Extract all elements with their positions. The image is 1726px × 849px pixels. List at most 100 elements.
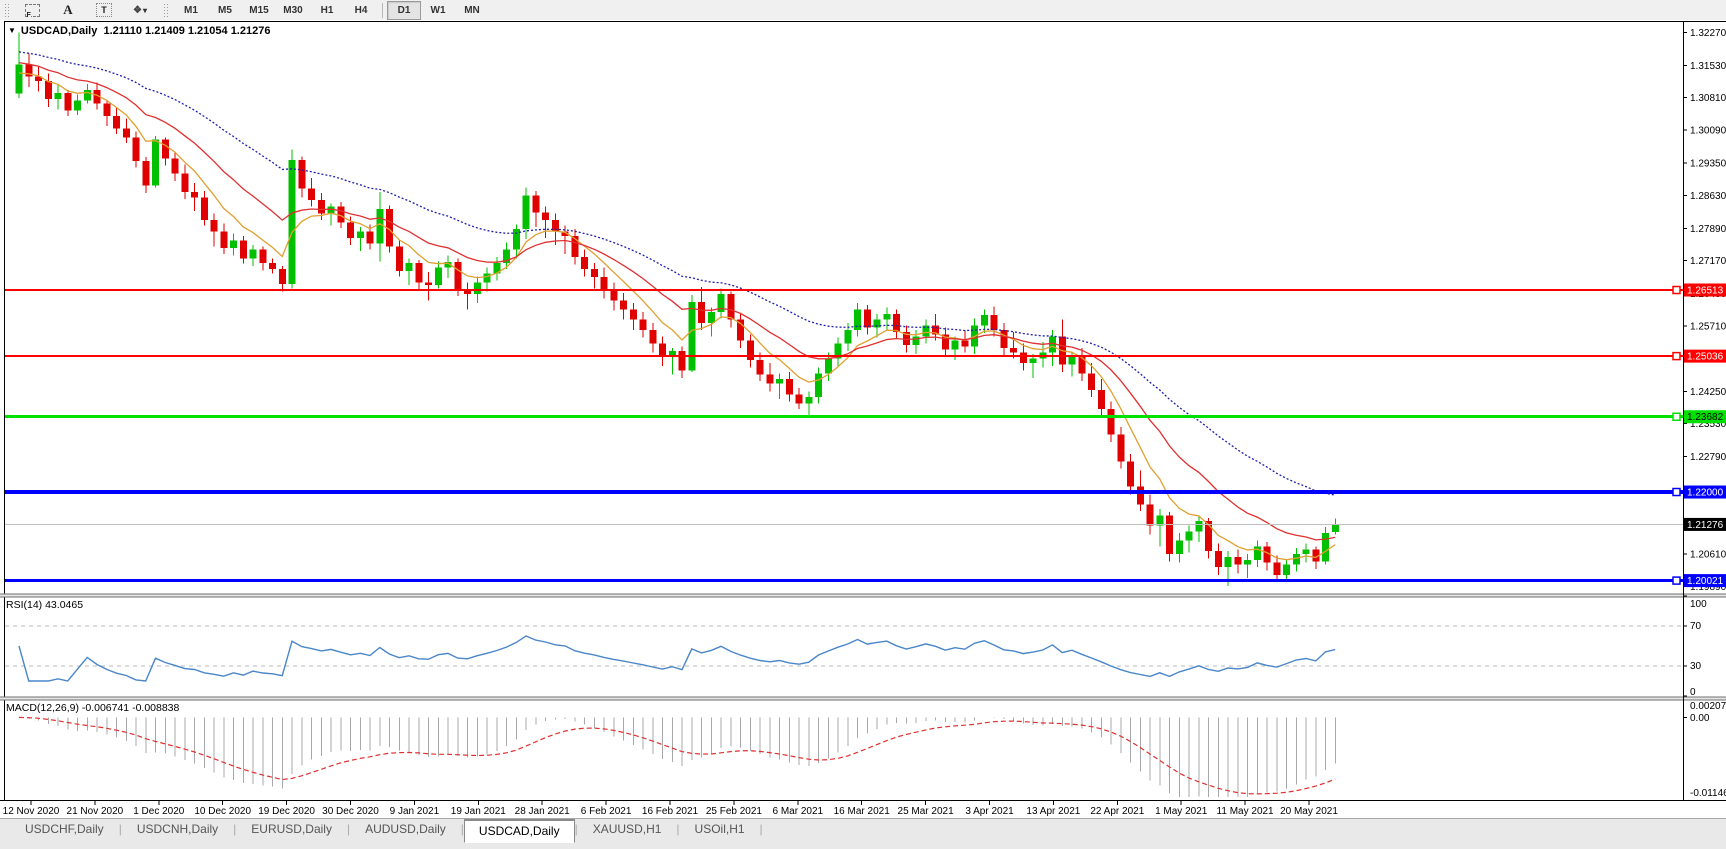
- candle-body: [785, 379, 793, 395]
- price-level-handle[interactable]: [1672, 412, 1681, 421]
- candle-body: [259, 249, 267, 263]
- price-level-badge-label: 1.22000: [1687, 488, 1724, 499]
- candle-body: [103, 103, 111, 117]
- candle-body: [815, 373, 822, 398]
- candle-body: [200, 197, 208, 220]
- candle-body: [795, 394, 803, 404]
- candle-body: [161, 139, 169, 159]
- timeframe-button-m15[interactable]: M15: [242, 1, 276, 20]
- candle-body: [395, 246, 403, 271]
- candle-body: [1195, 521, 1203, 532]
- candle-body: [288, 159, 296, 284]
- text-label-tool-button[interactable]: T: [87, 1, 121, 20]
- candle-body: [707, 312, 715, 323]
- fibonacci-tool-button[interactable]: F: [15, 1, 49, 20]
- price-level-badge-label: 1.26513: [1687, 286, 1724, 297]
- candle-body: [1146, 504, 1154, 526]
- candle-body: [278, 269, 286, 284]
- candle-body: [405, 262, 413, 271]
- candle-body: [1234, 556, 1242, 565]
- candle-body: [512, 228, 520, 250]
- date-label: 20 May 2021: [1280, 806, 1338, 817]
- candle-body: [142, 160, 150, 186]
- price-level-handle[interactable]: [1672, 487, 1681, 497]
- price-tick-label: 1.29350: [1690, 159, 1726, 170]
- timeframe-button-m1[interactable]: M1: [174, 1, 208, 20]
- timeframe-button-h1[interactable]: H1: [310, 1, 344, 20]
- tab-usdcad-daily[interactable]: USDCAD,Daily: [463, 819, 575, 843]
- timeframe-button-d1[interactable]: D1: [387, 0, 421, 20]
- tab-xauusd-h1[interactable]: XAUUSD,H1: [578, 819, 677, 841]
- timeframe-button-m5[interactable]: M5: [208, 1, 242, 20]
- date-label: 13 Apr 2021: [1026, 806, 1080, 817]
- tab-audusd-daily[interactable]: AUDUSD,Daily: [350, 819, 461, 841]
- candle-body: [181, 173, 189, 193]
- candle-body: [961, 340, 969, 347]
- candle-body: [1127, 461, 1134, 487]
- candle-body: [191, 192, 198, 198]
- candle-body: [863, 309, 871, 328]
- price-level-badge-label: 1.20021: [1687, 576, 1724, 587]
- candle-body: [210, 219, 218, 232]
- arrows-style-button[interactable]: ❖ ▾: [123, 1, 157, 20]
- date-label: 3 Apr 2021: [965, 806, 1014, 817]
- candle-body: [678, 351, 686, 371]
- macd-axis-label-zero: 0.00: [1690, 713, 1710, 724]
- date-label: 12 Nov 2020: [3, 806, 60, 817]
- chart-area[interactable]: 1.32270 1.31530 1.30810 1.30090 1.29350 1.286…: [0, 20, 1726, 818]
- tab-usoil-h1[interactable]: USOil,H1: [680, 819, 760, 841]
- text-tool-icon: A: [63, 2, 73, 17]
- price-tick-label: 1.20610: [1690, 550, 1726, 561]
- text-tool-button[interactable]: A: [51, 1, 85, 20]
- candle-body: [824, 358, 832, 374]
- candle-body: [581, 257, 588, 270]
- candle-body: [152, 139, 159, 186]
- candle-body: [425, 282, 432, 286]
- timeframe-button-mn[interactable]: MN: [455, 1, 489, 20]
- candle-body: [1302, 549, 1310, 554]
- candle-body: [132, 137, 140, 161]
- date-label: 6 Mar 2021: [773, 806, 824, 817]
- candle-body: [64, 92, 72, 111]
- tab-usdcnh-daily[interactable]: USDCNH,Daily: [122, 819, 233, 841]
- price-level-handle[interactable]: [1672, 351, 1681, 361]
- candle-body: [1136, 486, 1144, 505]
- toolbar-grip-2[interactable]: [163, 3, 168, 17]
- timeframe-button-m30[interactable]: M30: [276, 1, 310, 20]
- price-level-handle[interactable]: [1672, 576, 1681, 585]
- price-level-badge-label: 1.25036: [1687, 352, 1724, 363]
- candle-body: [951, 340, 959, 350]
- candle-body: [1273, 562, 1281, 575]
- date-label: 9 Jan 2021: [390, 806, 440, 817]
- price-tick-label: 1.31530: [1690, 61, 1726, 72]
- timeframe-button-w1[interactable]: W1: [421, 1, 455, 20]
- tab-usdchf-daily[interactable]: USDCHF,Daily: [10, 819, 119, 841]
- candle-body: [893, 313, 900, 332]
- tab-eurusd-daily[interactable]: EURUSD,Daily: [236, 819, 347, 841]
- candle-body: [649, 329, 657, 344]
- price-level-handle[interactable]: [1672, 285, 1681, 295]
- date-label: 25 Mar 2021: [898, 806, 955, 817]
- candle-body: [590, 269, 598, 278]
- chart-dropdown-icon[interactable]: ▼: [8, 26, 16, 35]
- candle-body: [1029, 358, 1037, 364]
- candle-body: [473, 282, 481, 295]
- candle-body: [483, 273, 491, 283]
- chart-canvas[interactable]: 1.32270 1.31530 1.30810 1.30090 1.29350 1.286…: [0, 20, 1726, 818]
- candle-body: [366, 231, 374, 244]
- macd-axis-label-max: 0.002074: [1690, 701, 1726, 712]
- candle-body: [1019, 352, 1027, 364]
- candle-body: [756, 359, 764, 375]
- candle-body: [1331, 524, 1339, 532]
- toolbar-grip[interactable]: [4, 3, 9, 17]
- timeframe-button-h4[interactable]: H4: [344, 1, 378, 20]
- candle-body: [298, 159, 306, 189]
- candle-body: [317, 200, 325, 214]
- date-label: 16 Mar 2021: [834, 806, 891, 817]
- candle-body: [610, 289, 618, 301]
- candle-body: [1166, 515, 1173, 554]
- candle-body: [376, 209, 384, 244]
- date-label: 11 May 2021: [1217, 806, 1275, 817]
- candle-body: [347, 222, 354, 238]
- date-label: 1 Dec 2020: [133, 806, 185, 817]
